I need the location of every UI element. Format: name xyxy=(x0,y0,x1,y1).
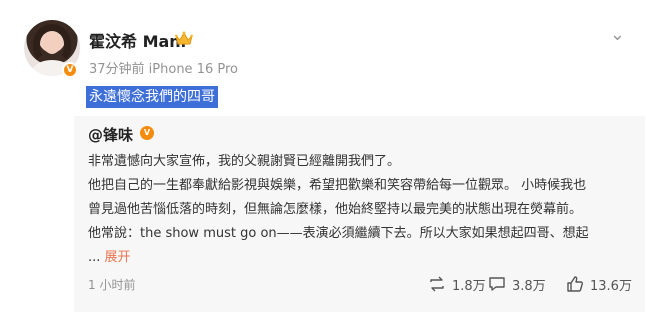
original-author-link[interactable]: @锋味 xyxy=(88,124,133,145)
like-count: 13.6万 xyxy=(590,278,632,294)
repost-body: 非常遺憾向大家宣佈，我的父親謝賢已經離開我們了。 他把自己的一生都奉獻給影視與娛… xyxy=(88,150,633,270)
repost-line: 非常遺憾向大家宣佈，我的父親謝賢已經離開我們了。 xyxy=(88,154,401,169)
avatar-face xyxy=(43,32,61,54)
post-text: 永遠懷念我們的四哥 xyxy=(86,86,218,108)
expand-link[interactable]: 展开 xyxy=(105,250,131,265)
verified-badge-icon: V xyxy=(140,126,154,140)
repost-line: 曾見過他苦惱低落的時刻，但無論怎麼樣，他始終堅持以最完美的狀態出現在熒幕前。 xyxy=(88,202,583,217)
repost-button[interactable]: 1.8万 xyxy=(428,272,486,296)
ellipsis: ... xyxy=(88,250,101,265)
weibo-post-card: V 霍汶希 Mani 37分钟前 iPhone 16 Pro ⌄ 永遠懷念我們的… xyxy=(0,0,646,312)
like-button[interactable]: 13.6万 xyxy=(566,272,632,296)
author-name[interactable]: 霍汶希 Mani xyxy=(89,28,186,52)
more-icon[interactable]: ⌄ xyxy=(610,24,626,45)
repost-time[interactable]: 1 小时前 xyxy=(88,276,135,293)
repost-line-last: ... 展开 xyxy=(88,246,633,270)
repost-count: 1.8万 xyxy=(452,278,486,294)
repost-line: 他把自己的一生都奉獻給影視與娛樂，希望把歡樂和笑容帶給每一位觀眾。 小時候我也 xyxy=(88,178,587,193)
like-icon xyxy=(567,276,583,292)
post-meta: 37分钟前 iPhone 16 Pro xyxy=(89,62,238,77)
repost-icon xyxy=(430,276,444,292)
verified-badge-icon: V xyxy=(62,62,78,78)
comment-count: 3.8万 xyxy=(512,278,546,294)
comment-button[interactable]: 3.8万 xyxy=(488,272,546,296)
repost-footer: 1 小时前 1.8万 3.8万 13.6万 xyxy=(74,270,645,300)
repost-line: 他常說：the show must go on——表演必須繼續下去。所以大家如果… xyxy=(88,226,589,241)
crown-icon xyxy=(175,31,193,45)
comment-icon xyxy=(489,277,505,291)
